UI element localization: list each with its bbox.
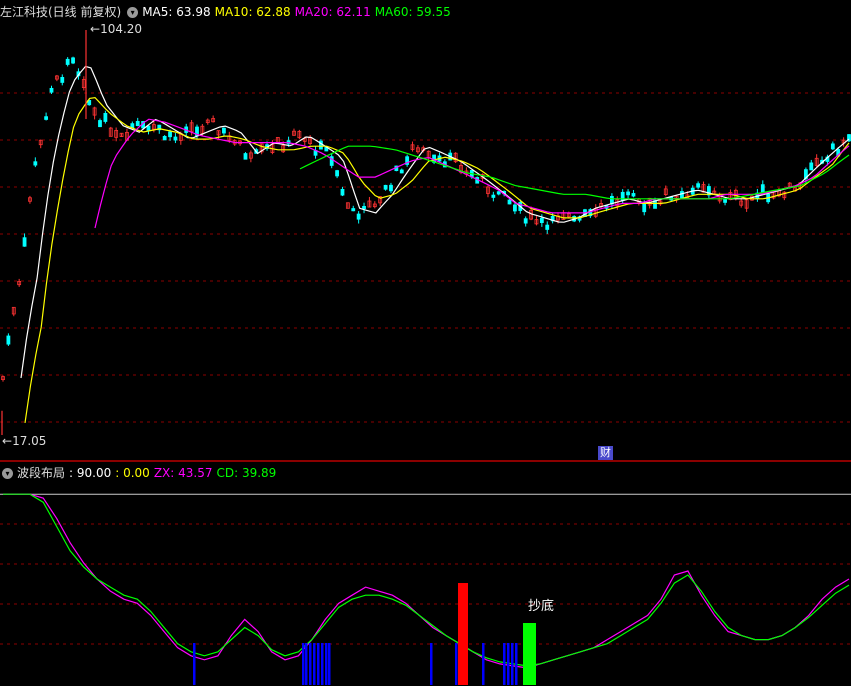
candle-body: [71, 57, 75, 64]
signal-bar: [302, 643, 305, 685]
main-grid: [0, 92, 851, 423]
signal-bar: [313, 643, 316, 685]
arrow-left-icon: ←: [2, 434, 13, 448]
zx-label: ZX: 43.57: [153, 466, 213, 480]
candle-body: [680, 191, 684, 199]
candle-body: [243, 153, 248, 160]
candle-body: [362, 206, 366, 210]
signal-bar: [305, 643, 308, 685]
panel-divider: [0, 460, 851, 462]
candle-body: [830, 143, 835, 150]
ma20-label: MA20: 62.11: [294, 5, 371, 19]
candle-body: [626, 191, 630, 196]
chart-canvas[interactable]: [0, 0, 851, 686]
price-markers: [1, 30, 87, 435]
main-panel-header: 左江科技(日线 前复权) ▾ MA5: 63.98 MA10: 62.88 MA20: …: [0, 2, 455, 22]
candle-body: [496, 191, 501, 195]
ma5-label: MA5: 63.98: [142, 5, 211, 19]
candle-body: [491, 194, 496, 198]
ma60-label: MA60: 59.55: [374, 5, 451, 19]
candle-body: [33, 161, 38, 166]
candle-body: [173, 136, 178, 141]
candle-body: [539, 217, 544, 223]
value-0-label: : 0.00: [115, 466, 150, 480]
candle-body: [383, 184, 388, 190]
signal-bar: [193, 643, 196, 685]
bottom-fishing-label: 抄底: [528, 599, 555, 614]
candle-body: [631, 193, 636, 197]
stock-title[interactable]: 左江科技(日线 前复权): [0, 5, 121, 19]
indicator-line-cd: [3, 493, 850, 667]
candle-body: [545, 224, 550, 230]
indicator-bars: [193, 583, 536, 685]
high-price-marker: ←104.20: [90, 22, 143, 36]
candle-body: [356, 213, 361, 220]
ma-line-ma10: [24, 96, 850, 423]
candle-body: [49, 87, 54, 93]
candle-body: [523, 218, 528, 224]
candle-body: [65, 58, 70, 65]
ma-line-ma5: [20, 65, 850, 379]
candle-body: [335, 170, 339, 177]
candle-body: [44, 116, 49, 120]
chevron-down-icon[interactable]: ▾: [2, 468, 13, 479]
candle-body: [135, 120, 140, 127]
candle-body: [103, 112, 108, 122]
signal-bar: [430, 643, 433, 685]
candle-body: [6, 335, 11, 345]
candle-body: [389, 184, 393, 192]
candle-body: [168, 131, 172, 138]
moving-average-lines: [20, 65, 850, 423]
indicator-title[interactable]: 波段布局: [17, 466, 65, 480]
indicator-line-zx: [3, 493, 850, 669]
signal-bar: [309, 643, 312, 685]
cd-label: CD: 39.89: [216, 466, 277, 480]
signal-bar: [511, 643, 514, 685]
signal-bar: [482, 643, 485, 685]
chevron-down-icon[interactable]: ▾: [127, 7, 139, 18]
signal-bar: [321, 643, 324, 685]
low-price-marker: ←17.05: [2, 434, 47, 448]
candle-body: [351, 208, 356, 212]
ma-line-ma60: [299, 145, 850, 200]
candle-body: [507, 199, 512, 205]
candle-body: [723, 198, 727, 203]
bottom-signal-bar: [523, 623, 536, 685]
candle-body: [809, 162, 814, 171]
candlesticks: [1, 56, 851, 382]
signal-bar: [503, 643, 506, 685]
arrow-left-icon: ←: [90, 22, 101, 36]
ma10-label: MA10: 62.88: [214, 5, 291, 19]
sub-panel-header: ▾ 波段布局 : 90.00: 0.00 ZX: 43.57 CD: 39.89: [0, 463, 280, 483]
signal-bar: [455, 643, 458, 685]
signal-bar: [325, 643, 328, 685]
candle-body: [98, 120, 102, 128]
signal-bar: [507, 643, 510, 685]
candle-body: [399, 169, 404, 174]
buy-signal-bar: [458, 583, 468, 685]
candle-body: [513, 204, 517, 212]
signal-bar: [515, 643, 518, 685]
indicator-lines: [0, 493, 851, 669]
value-90-label: : 90.00: [69, 466, 112, 480]
candle-body: [162, 136, 167, 141]
candle-body: [642, 203, 647, 213]
signal-bar: [317, 643, 320, 685]
candle-body: [222, 127, 226, 134]
candle-body: [60, 77, 65, 83]
candle-body: [760, 184, 765, 193]
finance-marker[interactable]: 财: [598, 446, 613, 460]
candle-body: [696, 183, 701, 188]
candle-body: [22, 237, 27, 247]
signal-bar: [328, 643, 331, 685]
candle-body: [340, 188, 345, 196]
